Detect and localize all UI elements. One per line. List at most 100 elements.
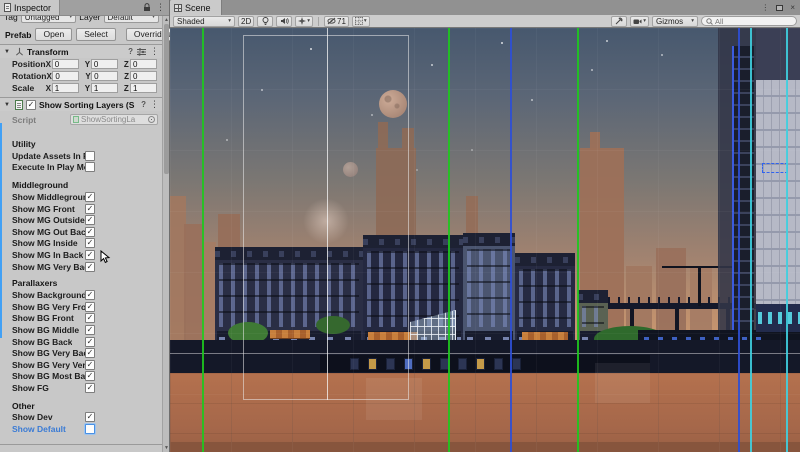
component-tools-button[interactable]: [611, 15, 628, 27]
scale-z-field[interactable]: [130, 83, 158, 93]
property-checkbox[interactable]: ✓: [85, 226, 95, 237]
basement-door: [494, 358, 503, 370]
scroll-up-icon[interactable]: ▲: [163, 17, 170, 23]
script-label: Script: [12, 114, 37, 125]
building-detail: [515, 253, 575, 266]
script-asset-icon: [73, 116, 79, 123]
property-row: Show BG Front ✓: [0, 313, 163, 325]
position-row: Position X Y Z: [0, 58, 163, 70]
inspector-icon: [4, 3, 11, 12]
help-icon[interactable]: ?: [141, 100, 146, 109]
property-checkbox[interactable]: [85, 424, 95, 435]
scene-audio-button[interactable]: [276, 15, 293, 27]
property-checkbox[interactable]: ✓: [85, 191, 95, 202]
script-row: Script ShowSortingLa: [0, 113, 163, 126]
property-checkbox[interactable]: ✓: [85, 290, 95, 301]
camera-settings-dropdown[interactable]: ▾: [630, 15, 649, 27]
property-checkbox[interactable]: ✓: [85, 371, 95, 382]
property-row: Show MG Outside ✓: [0, 214, 163, 226]
position-z-field[interactable]: [130, 59, 158, 69]
property-row: Show BG Middle ✓: [0, 324, 163, 336]
property-checkbox[interactable]: [85, 162, 95, 173]
scroll-down-icon[interactable]: ▼: [163, 445, 170, 451]
scene-search-input[interactable]: [715, 16, 785, 26]
tools-icon: [615, 17, 623, 25]
shading-mode-dropdown[interactable]: Shaded ▾: [173, 15, 235, 27]
property-label: Show FG: [12, 382, 49, 393]
component-enabled-checkbox[interactable]: ✓: [26, 99, 36, 110]
scene-panel: Scene ⋮ × Shaded ▾ 2D ▾ 71 ▾ ▾ Gizmos ▾ …: [170, 0, 800, 452]
foldout-icon[interactable]: ▼: [4, 49, 12, 55]
object-picker-icon[interactable]: [148, 116, 155, 123]
close-icon[interactable]: ×: [790, 3, 795, 12]
scene-viewport[interactable]: [170, 28, 800, 452]
visibility-off-icon: [327, 17, 336, 25]
rotation-x-field[interactable]: [52, 71, 80, 81]
help-icon[interactable]: ?: [128, 47, 133, 56]
property-checkbox[interactable]: ✓: [85, 313, 95, 324]
script-object-field[interactable]: ShowSortingLa: [70, 114, 158, 125]
prefab-select-button[interactable]: Select: [76, 28, 116, 41]
property-label: Show BG Very Front: [12, 301, 95, 312]
scale-y-field[interactable]: [90, 83, 118, 93]
prefab-open-button[interactable]: Open: [35, 28, 73, 41]
sorting-layers-header[interactable]: ▼ ✓ Show Sorting Layers (S ? ⋮: [0, 97, 163, 111]
lock-icon[interactable]: [143, 3, 151, 12]
maximize-icon[interactable]: [776, 4, 784, 11]
layer-dropdown[interactable]: Default ▾: [103, 16, 160, 23]
grid-visibility-dropdown[interactable]: ▾: [351, 15, 370, 27]
scene-lighting-button[interactable]: [257, 15, 274, 27]
effects-dropdown-button[interactable]: ▾: [295, 15, 313, 27]
tag-dropdown[interactable]: Untagged ▾: [20, 16, 77, 23]
property-row: Show MG Inside ✓: [0, 238, 163, 250]
property-checkbox[interactable]: ✓: [85, 382, 95, 393]
property-checkbox[interactable]: ✓: [85, 412, 95, 423]
scene-visibility-button[interactable]: 71: [324, 15, 349, 27]
property-checkbox[interactable]: ✓: [85, 249, 95, 260]
layer-guide-line: [448, 28, 450, 452]
layer-guide-line: [577, 28, 579, 452]
inspector-scrollbar[interactable]: ▲ ▼: [162, 16, 169, 452]
transform-menu-icon[interactable]: ⋮: [150, 47, 159, 56]
transform-header[interactable]: ▼ Transform ? ⋮: [0, 44, 163, 58]
property-checkbox[interactable]: ✓: [85, 359, 95, 370]
presets-icon[interactable]: [137, 47, 146, 56]
property-checkbox[interactable]: ✓: [85, 203, 95, 214]
tab-scene[interactable]: Scene: [170, 0, 222, 15]
property-label: Show BG Front: [12, 313, 74, 324]
position-y-field[interactable]: [90, 59, 118, 69]
2d-toggle-button[interactable]: 2D: [238, 15, 255, 27]
basement-door: [422, 358, 431, 370]
property-checkbox[interactable]: ✓: [85, 348, 95, 359]
sorting-layers-title: Show Sorting Layers (S: [39, 99, 135, 110]
window-menu-icon[interactable]: ⋮: [761, 3, 769, 12]
property-checkbox[interactable]: ✓: [85, 301, 95, 312]
section-header-other: Other: [12, 400, 35, 411]
layer-label: Layer: [79, 16, 101, 22]
property-checkbox[interactable]: ✓: [85, 238, 95, 249]
scene-search-field[interactable]: [701, 16, 797, 26]
property-checkbox[interactable]: ✓: [85, 215, 95, 226]
tab-inspector[interactable]: Inspector: [0, 0, 61, 15]
transform-title: Transform: [27, 46, 69, 57]
component-menu-icon[interactable]: ⋮: [150, 100, 159, 109]
scene-tab-label: Scene: [185, 2, 211, 13]
layer-guide-line: [202, 28, 204, 452]
rotation-y-field[interactable]: [91, 71, 119, 81]
prefab-label: Prefab: [5, 29, 32, 40]
property-checkbox[interactable]: ✓: [85, 261, 95, 272]
position-x-field[interactable]: [51, 59, 79, 69]
property-row: Update Assets In Re: [0, 150, 163, 162]
scrollbar-thumb[interactable]: [164, 24, 169, 174]
gizmos-dropdown[interactable]: Gizmos ▾: [652, 15, 698, 27]
effects-icon: [298, 17, 307, 25]
mouse-cursor: [100, 250, 111, 264]
property-checkbox[interactable]: [85, 150, 95, 161]
inspector-menu-icon[interactable]: ⋮: [156, 3, 165, 12]
property-checkbox[interactable]: ✓: [85, 336, 95, 347]
rotation-z-field[interactable]: [130, 71, 157, 81]
foldout-icon[interactable]: ▼: [4, 102, 12, 108]
property-checkbox[interactable]: ✓: [85, 324, 95, 335]
scale-x-field[interactable]: [51, 83, 79, 93]
layer-guide-line: [786, 28, 788, 452]
